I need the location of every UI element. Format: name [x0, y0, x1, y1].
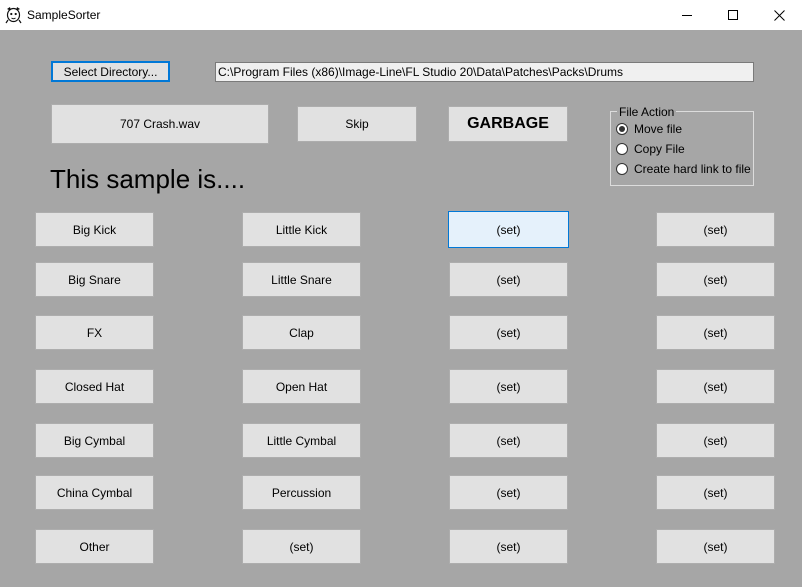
category-button-set[interactable]: (set) — [449, 475, 568, 510]
radio-label: Create hard link to file — [634, 162, 751, 176]
category-button-closed-hat[interactable]: Closed Hat — [35, 369, 154, 404]
category-button-little-kick[interactable]: Little Kick — [242, 212, 361, 247]
category-button-fx[interactable]: FX — [35, 315, 154, 350]
category-button-set[interactable]: (set) — [656, 369, 775, 404]
category-button-set[interactable]: (set) — [449, 423, 568, 458]
category-button-set[interactable]: (set) — [656, 315, 775, 350]
category-button-set[interactable]: (set) — [242, 529, 361, 564]
category-button-set[interactable]: (set) — [448, 211, 569, 248]
sample-heading: This sample is.... — [50, 164, 246, 194]
category-button-set[interactable]: (set) — [656, 212, 775, 247]
category-button-set[interactable]: (set) — [449, 315, 568, 350]
radio-copy-file[interactable]: Copy File — [616, 142, 685, 156]
category-button-little-cymbal[interactable]: Little Cymbal — [242, 423, 361, 458]
category-button-little-snare[interactable]: Little Snare — [242, 262, 361, 297]
directory-path-field[interactable]: C:\Program Files (x86)\Image-Line\FL Stu… — [215, 62, 754, 82]
category-button-set[interactable]: (set) — [656, 529, 775, 564]
category-button-open-hat[interactable]: Open Hat — [242, 369, 361, 404]
skip-button[interactable]: Skip — [297, 106, 417, 142]
main-panel: Select Directory... C:\Program Files (x8… — [0, 30, 802, 587]
category-button-set[interactable]: (set) — [656, 475, 775, 510]
category-button-big-kick[interactable]: Big Kick — [35, 212, 154, 247]
maximize-icon — [728, 10, 738, 20]
category-button-set[interactable]: (set) — [656, 262, 775, 297]
category-button-china-cymbal[interactable]: China Cymbal — [35, 475, 154, 510]
category-button-other[interactable]: Other — [35, 529, 154, 564]
radio-move-file[interactable]: Move file — [616, 122, 682, 136]
category-button-big-snare[interactable]: Big Snare — [35, 262, 154, 297]
category-button-set[interactable]: (set) — [449, 529, 568, 564]
category-button-clap[interactable]: Clap — [242, 315, 361, 350]
close-button[interactable] — [756, 0, 802, 30]
current-sample-button[interactable]: 707 Crash.wav — [51, 104, 269, 144]
category-button-set[interactable]: (set) — [449, 262, 568, 297]
select-directory-button[interactable]: Select Directory... — [51, 61, 170, 82]
radio-unchecked-icon[interactable] — [616, 163, 628, 175]
radio-unchecked-icon[interactable] — [616, 143, 628, 155]
title-bar: SampleSorter — [0, 0, 802, 30]
category-button-set[interactable]: (set) — [656, 423, 775, 458]
maximize-button[interactable] — [710, 0, 756, 30]
minimize-icon — [682, 15, 692, 16]
category-button-big-cymbal[interactable]: Big Cymbal — [35, 423, 154, 458]
minimize-button[interactable] — [664, 0, 710, 30]
category-button-percussion[interactable]: Percussion — [242, 475, 361, 510]
close-icon — [773, 9, 785, 21]
radio-checked-icon[interactable] — [616, 123, 628, 135]
window-title: SampleSorter — [27, 8, 101, 22]
radio-label: Copy File — [634, 142, 685, 156]
garbage-button[interactable]: GARBAGE — [448, 106, 568, 142]
app-icon — [5, 7, 22, 24]
radio-hard-link[interactable]: Create hard link to file — [616, 162, 751, 176]
category-button-set[interactable]: (set) — [449, 369, 568, 404]
file-action-legend: File Action — [617, 105, 677, 119]
radio-label: Move file — [634, 122, 683, 136]
